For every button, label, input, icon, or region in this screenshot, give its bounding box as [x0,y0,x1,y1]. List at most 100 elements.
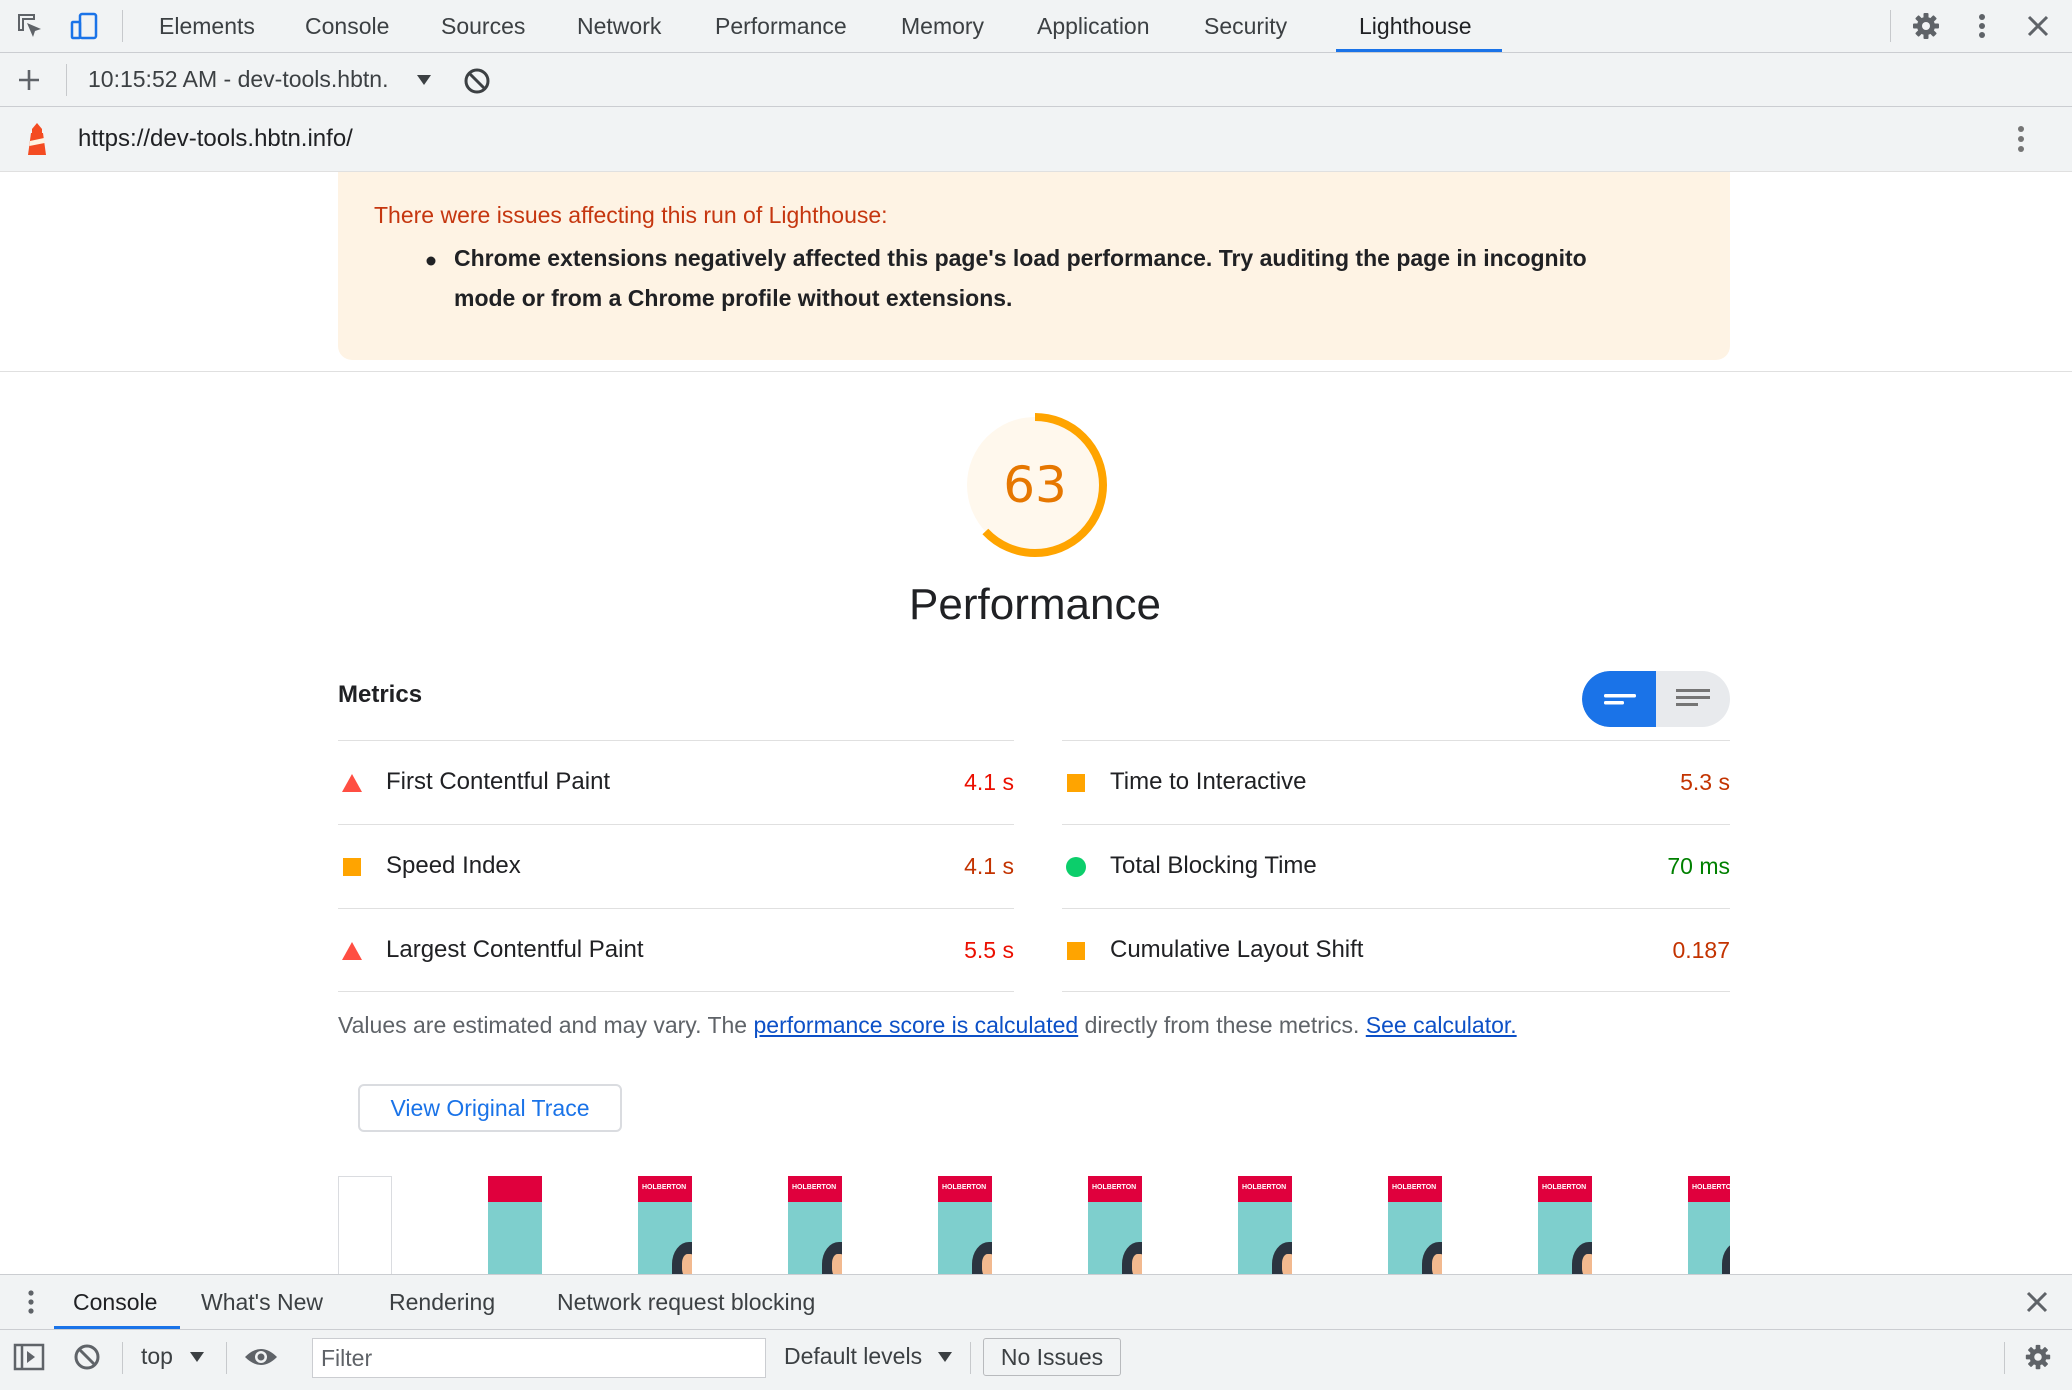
drawer-tab-console[interactable]: Console [73,1275,157,1329]
expanded-view-icon[interactable] [1656,671,1730,727]
frame-illustration-face [682,1254,692,1276]
see-calculator-link[interactable]: See calculator. [1366,1012,1517,1038]
tab-elements[interactable]: Elements [159,0,255,52]
context-selector[interactable]: top [141,1330,173,1382]
tab-console[interactable]: Console [305,0,389,52]
console-filter-input[interactable]: Filter [312,1338,766,1378]
toolbar-divider [122,10,123,42]
average-square-icon [1067,942,1085,960]
metric-name: Cumulative Layout Shift [1110,936,1364,963]
toolbar-divider [1890,10,1891,42]
filmstrip: HOLBERTON HOLBERTON HOLBERTON HOLBERTON HOLB… [338,1176,1730,1276]
metrics-column-right: Time to Interactive 5.3 s Total Blocking… [1062,740,1730,992]
tab-application[interactable]: Application [1037,0,1150,52]
close-drawer-icon[interactable] [2023,1288,2051,1316]
frame-illustration-face [1432,1254,1442,1276]
filmstrip-frame [338,1176,392,1276]
frame-illustration-face [1132,1254,1142,1276]
show-sidebar-icon[interactable] [13,1342,45,1372]
toolbar-divider [226,1342,227,1374]
tab-performance[interactable]: Performance [715,0,847,52]
tab-network[interactable]: Network [577,0,661,52]
metric-name: Largest Contentful Paint [386,936,644,963]
device-toolbar-icon[interactable] [68,10,100,42]
frame-illustration-face [832,1254,842,1276]
drawer-tabbar: Console What's New Rendering Network req… [0,1274,2072,1330]
view-original-trace-button[interactable]: View Original Trace [358,1084,622,1132]
frame-banner [488,1176,542,1202]
toolbar-divider [66,64,67,96]
metrics-view-toggle[interactable] [1582,671,1730,727]
clear-block-icon[interactable] [462,66,492,96]
frame-banner-text: HOLBERTON [942,1184,987,1191]
pass-circle-icon [1066,857,1086,877]
average-square-icon [343,858,361,876]
frame-illustration-face [1282,1254,1292,1276]
filmstrip-frame: HOLBERTON [1538,1176,1592,1276]
close-icon[interactable] [2022,10,2054,42]
active-tab-indicator [1336,49,1502,52]
more-vert-icon[interactable] [2006,123,2036,155]
filmstrip-frame: HOLBERTON [1688,1176,1730,1276]
dropdown-caret-icon[interactable] [189,1350,205,1364]
report-selector[interactable]: 10:15:52 AM - dev-tools.hbtn. [88,53,388,106]
filmstrip-frame: HOLBERTON [1088,1176,1142,1276]
metric-value: 4.1 s [964,853,1014,879]
audited-url: https://dev-tools.hbtn.info/ [78,125,353,152]
toolbar-divider [970,1342,971,1374]
filmstrip-frame: HOLBERTON [788,1176,842,1276]
metrics-grid: First Contentful Paint 4.1 s Speed Index… [338,740,1730,992]
metrics-heading: Metrics [338,681,423,708]
metric-name: Total Blocking Time [1110,852,1317,879]
metric-row: First Contentful Paint 4.1 s [338,740,1014,824]
drawer-tab-whats-new[interactable]: What's New [201,1275,323,1329]
console-settings-gear-icon[interactable] [2023,1342,2053,1372]
metric-name: Speed Index [386,852,521,879]
inspect-element-icon[interactable] [14,10,46,42]
metric-value: 5.3 s [1680,769,1730,795]
metric-row: Total Blocking Time 70 ms [1062,824,1730,908]
tab-memory[interactable]: Memory [901,0,984,52]
warning-message: Chrome extensions negatively affected th… [454,245,1587,311]
tab-lighthouse[interactable]: Lighthouse [1359,0,1472,52]
frame-banner-text: HOLBERTON [642,1184,687,1191]
score-calculation-link[interactable]: performance score is calculated [753,1012,1078,1038]
bullet-icon [426,256,436,266]
drawer-menu-icon[interactable] [16,1287,46,1317]
toolbar-divider [2004,1342,2005,1374]
drawer-tab-rendering[interactable]: Rendering [389,1275,495,1329]
section-divider [0,371,2072,372]
filmstrip-frame [488,1176,542,1276]
metric-value: 0.187 [1672,937,1730,963]
frame-banner-text: HOLBERTON [1392,1184,1437,1191]
metric-name: Time to Interactive [1110,768,1307,795]
tab-sources[interactable]: Sources [441,0,525,52]
frame-illustration [1722,1242,1730,1276]
frame-illustration-face [982,1254,992,1276]
metric-row: Speed Index 4.1 s [338,824,1014,908]
average-square-icon [1067,774,1085,792]
filmstrip-frame: HOLBERTON [938,1176,992,1276]
compact-view-icon [1604,694,1636,705]
metric-value: 4.1 s [964,769,1014,795]
drawer-tab-network-request-blocking[interactable]: Network request blocking [557,1275,815,1329]
more-vert-icon[interactable] [1966,10,1998,42]
fail-triangle-icon [342,774,362,792]
metric-name: First Contentful Paint [386,768,611,795]
dropdown-caret-icon[interactable] [416,73,432,87]
frame-illustration-face [1582,1254,1592,1276]
filmstrip-frame: HOLBERTON [1388,1176,1442,1276]
frame-banner-text: HOLBERTON [1692,1184,1730,1191]
live-expression-eye-icon[interactable] [243,1344,279,1370]
add-icon[interactable] [14,65,44,95]
metric-row: Time to Interactive 5.3 s [1062,740,1730,824]
devtools-tabbar: Elements Console Sources Network Perform… [0,0,2072,53]
log-levels-dropdown[interactable]: Default levels [784,1330,922,1382]
frame-banner-text: HOLBERTON [1242,1184,1287,1191]
dropdown-caret-icon[interactable] [937,1350,953,1364]
settings-gear-icon[interactable] [1910,10,1942,42]
issues-counter-button[interactable]: No Issues [983,1338,1121,1376]
lighthouse-logo-icon [28,123,46,155]
tab-security[interactable]: Security [1204,0,1287,52]
clear-console-icon[interactable] [72,1342,102,1372]
